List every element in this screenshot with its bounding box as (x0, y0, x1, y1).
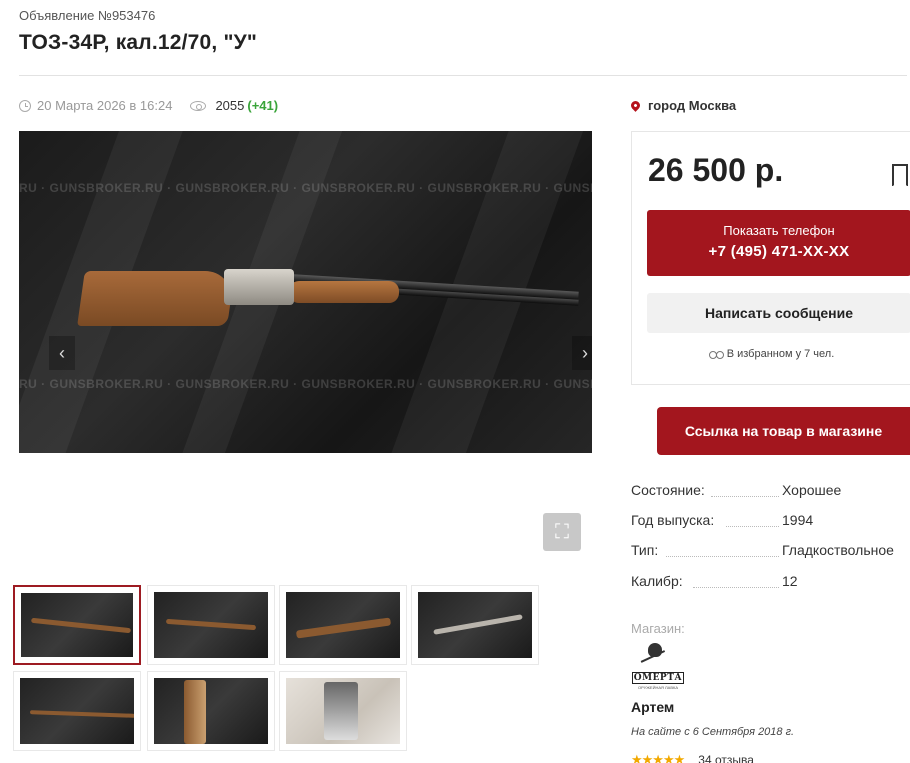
spec-row: Тип: Гладкоствольное (631, 542, 910, 562)
clock-icon (19, 99, 31, 112)
chevron-left-icon[interactable]: ‹ (49, 336, 75, 370)
thumbnail-3[interactable] (279, 585, 407, 665)
spec-row: Калибр: 12 (631, 573, 910, 593)
thumbnail-image (286, 678, 400, 744)
thumbnail-image (286, 592, 400, 658)
reviews-link[interactable]: 34 отзыва (698, 753, 754, 763)
spec-key: Калибр: (631, 573, 686, 589)
thumbnail-image (154, 592, 268, 658)
views-delta: (+41) (247, 98, 279, 113)
location-pin-icon (629, 99, 642, 112)
spec-value: 12 (779, 573, 798, 589)
skull-emblem-icon (642, 641, 668, 669)
main-photo[interactable]: RU · GUNSBROKER.RU · GUNSBROKER.RU · GUN… (19, 131, 592, 453)
thumbnail-5[interactable] (13, 671, 141, 751)
spec-leader (726, 526, 779, 527)
seller-since: На сайте с 6 Сентября 2018 г. (631, 726, 795, 738)
spec-leader (711, 496, 779, 497)
send-message-button[interactable]: Написать сообщение (647, 293, 910, 333)
spec-key: Год выпуска: (631, 512, 718, 528)
seller-rating: ★★★★★ 34 отзыва (631, 752, 754, 763)
gun-receiver (224, 269, 294, 305)
shop-label: Магазин: (631, 621, 685, 636)
spec-value: Хорошее (779, 482, 842, 498)
spec-row: Год выпуска: 1994 (631, 512, 910, 532)
rating-stars: ★★★★★ (631, 752, 685, 763)
binoculars-icon (708, 350, 724, 359)
gun-forend (289, 281, 399, 303)
phone-number: +7 (495) 471-XX-XX (708, 243, 850, 260)
shop-logo[interactable]: ОМЕРТА ОРУЖЕЙНАЯ ЛАВКА (632, 641, 684, 690)
spec-row: Состояние: Хорошее (631, 482, 910, 502)
spec-key: Состояние: (631, 482, 708, 498)
views-count: 2055 (215, 98, 245, 113)
price: 26 500 р. (648, 152, 784, 188)
ad-number: Объявление №953476 (19, 8, 156, 23)
watermark: RU · GUNSBROKER.RU · GUNSBROKER.RU · GUN… (19, 181, 592, 195)
thumbnail-6[interactable] (147, 671, 275, 751)
show-phone-label: Показать телефон (723, 223, 835, 238)
shop-logo-subtitle: ОРУЖЕЙНАЯ ЛАВКА (638, 685, 678, 690)
favorites-text: В избранном у 7 чел. (726, 348, 835, 360)
listing-date: 20 Марта 2026 в 16:24 (37, 98, 173, 113)
show-phone-button[interactable]: Показать телефон +7 (495) 471-XX-XX (647, 210, 910, 276)
thumbnail-image (154, 678, 268, 744)
thumbnail-image (20, 678, 134, 744)
thumbnail-7[interactable] (279, 671, 407, 751)
watermark: RU · GUNSBROKER.RU · GUNSBROKER.RU · GUN… (19, 377, 592, 391)
spec-value: 1994 (779, 512, 814, 528)
spec-leader (693, 587, 779, 588)
thumbnail-image (21, 593, 133, 657)
eye-icon (190, 100, 207, 111)
gun-stock (77, 271, 235, 326)
shop-link-button[interactable]: Ссылка на товар в магазине (657, 407, 910, 455)
favorites-count: В избранном у 7 чел. (632, 348, 910, 360)
spec-leader (666, 556, 779, 557)
thumbnail-4[interactable] (411, 585, 539, 665)
spec-value: Гладкоствольное (779, 542, 894, 558)
seller-name[interactable]: Артем (631, 699, 674, 715)
shop-logo-name: ОМЕРТА (632, 672, 684, 684)
location-text: город Москва (648, 98, 737, 113)
chevron-right-icon[interactable]: › (572, 336, 592, 370)
bookmark-icon[interactable] (892, 164, 908, 187)
title-divider (19, 75, 907, 76)
thumbnail-image (418, 592, 532, 658)
location: город Москва (629, 98, 737, 113)
expand-icon[interactable]: ⛶ (543, 513, 581, 551)
listing-meta: 20 Марта 2026 в 16:24 2055 (+41) (19, 98, 278, 113)
price-box: 26 500 р. Показать телефон +7 (495) 471-… (631, 131, 910, 385)
thumbnail-2[interactable] (147, 585, 275, 665)
page-title: ТОЗ-34Р, кал.12/70, "У" (19, 31, 258, 54)
thumbnail-1[interactable] (13, 585, 141, 665)
spec-key: Тип: (631, 542, 662, 558)
